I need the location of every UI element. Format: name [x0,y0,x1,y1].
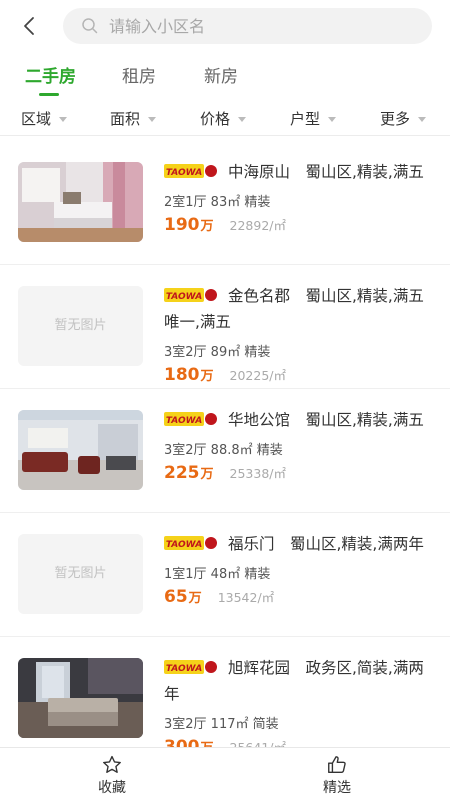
filter-label: 面积 [110,110,141,128]
filter-price[interactable]: 价格 [200,108,247,129]
listing-meta: 3室2厅 88.8㎡ 精装 [164,443,283,458]
listing-title: 中海原山 蜀山区,精装,满五 [228,163,424,181]
listing-info: TAOWA 华地公馆 蜀山区,精装,满五 3室2厅 88.8㎡ 精装 225 万… [164,407,436,489]
svg-text:TAOWA: TAOWA [166,168,202,178]
brand-logo-icon: TAOWA [164,164,217,178]
search-icon [82,18,98,34]
listing-photo [18,658,143,738]
listing-item[interactable]: 暂无图片 TAOWA 金色名郡 蜀山区,精装,满五唯一,满五 3室2厅 89㎡ … [0,265,450,389]
caret-down-icon [148,116,157,122]
listing-meta: 3室2厅 117㎡ 简装 [164,717,279,732]
brand-logo-icon: TAOWA [164,412,217,426]
listing-photo-placeholder: 暂无图片 [18,534,143,614]
filter-district[interactable]: 区域 [21,108,68,129]
svg-text:TAOWA: TAOWA [166,416,202,426]
price-per-sqm: 25338/㎡ [229,466,286,481]
filter-label: 区域 [21,110,52,128]
listing-photo [18,410,143,490]
filter-label: 户型 [290,110,321,128]
back-arrow-icon[interactable] [18,14,42,38]
nav-label: 收藏 [98,780,126,796]
listing-list: TAOWA 中海原山 蜀山区,精装,满五 2室1厅 83㎡ 精装 190 万 2… [0,141,450,747]
star-icon [103,755,121,773]
filter-label: 价格 [200,110,231,128]
price-row: 300 万 25641/㎡ [164,737,436,747]
brand-logo-icon: TAOWA [164,536,217,550]
price-row: 190 万 22892/㎡ [164,215,436,241]
price-per-sqm: 20225/㎡ [229,368,286,383]
nav-featured[interactable]: 精选 [297,754,377,797]
listing-info: TAOWA 中海原山 蜀山区,精装,满五 2室1厅 83㎡ 精装 190 万 2… [164,159,436,241]
header [0,0,450,52]
listing-title: 福乐门 蜀山区,精装,满两年 [228,535,424,553]
listing-info: TAOWA 旭辉花园 政务区,简装,满两年 3室2厅 117㎡ 简装 300 万… [164,655,436,747]
listing-meta: 3室2厅 89㎡ 精装 [164,345,271,360]
price-unit: 万 [200,369,214,384]
tab-rent[interactable]: 租房 [122,62,156,87]
brand-logo-icon: TAOWA [164,288,217,302]
brand-logo-icon: TAOWA [164,660,217,674]
listing-title-row: TAOWA 旭辉花园 政务区,简装,满两年 [164,655,436,707]
price-row: 65 万 13542/㎡ [164,587,436,613]
listing-title-row: TAOWA 福乐门 蜀山区,精装,满两年 [164,531,436,557]
price-per-sqm: 25641/㎡ [230,737,286,747]
caret-down-icon [238,116,247,122]
caret-down-icon [59,116,68,122]
caret-down-icon [328,116,337,122]
listing-photo [18,162,143,242]
svg-text:TAOWA: TAOWA [166,540,202,550]
listing-title: 华地公馆 蜀山区,精装,满五 [228,411,424,429]
search-input[interactable] [109,8,409,44]
price-unit: 万 [200,219,214,234]
no-image-text: 暂无图片 [54,566,107,581]
listing-meta: 1室1厅 48㎡ 精装 [164,567,271,582]
filter-layout[interactable]: 户型 [290,108,337,129]
listing-item[interactable]: 暂无图片 TAOWA 福乐门 蜀山区,精装,满两年 1室1厅 48㎡ 精装 65… [0,513,450,637]
bottom-nav: 收藏 精选 [0,747,450,800]
tab-new-house[interactable]: 新房 [204,62,238,87]
thumbs-up-icon [328,756,346,774]
price-row: 180 万 20225/㎡ [164,365,436,391]
nav-favorites[interactable]: 收藏 [72,754,152,797]
svg-text:TAOWA: TAOWA [166,292,202,302]
bedroom-photo-icon [18,658,143,738]
price-unit: 万 [200,467,214,482]
no-image-text: 暂无图片 [54,318,107,333]
listing-title-row: TAOWA 华地公馆 蜀山区,精装,满五 [164,407,436,433]
listing-price: 225 [164,463,200,483]
category-tabs: 二手房 租房 新房 [0,56,450,96]
filter-more[interactable]: 更多 [380,108,427,129]
price-row: 225 万 25338/㎡ [164,463,436,489]
filter-label: 更多 [380,110,411,128]
nav-label: 精选 [323,780,351,796]
filter-bar: 区域 面积 价格 户型 更多 [0,104,450,136]
listing-title-row: TAOWA 中海原山 蜀山区,精装,满五 [164,159,436,185]
listing-item[interactable]: TAOWA 旭辉花园 政务区,简装,满两年 3室2厅 117㎡ 简装 300 万… [0,637,450,747]
listing-price: 300 [164,737,200,747]
active-tab-indicator [39,93,59,96]
filter-area[interactable]: 面积 [110,108,157,129]
price-per-sqm: 13542/㎡ [217,590,275,605]
listing-meta: 2室1厅 83㎡ 精装 [164,195,271,210]
caret-down-icon [418,116,427,122]
listing-title-row: TAOWA 金色名郡 蜀山区,精装,满五唯一,满五 [164,283,436,335]
listing-info: TAOWA 金色名郡 蜀山区,精装,满五唯一,满五 3室2厅 89㎡ 精装 18… [164,283,436,391]
bedroom-photo-icon [18,162,143,242]
tab-second-hand[interactable]: 二手房 [25,62,76,87]
listing-price: 190 [164,215,200,235]
search-bar[interactable] [63,8,432,44]
price-unit: 万 [188,591,202,606]
listing-price: 65 [164,587,188,607]
price-per-sqm: 22892/㎡ [229,218,286,233]
listing-item[interactable]: TAOWA 华地公馆 蜀山区,精装,满五 3室2厅 88.8㎡ 精装 225 万… [0,389,450,513]
listing-price: 180 [164,365,200,385]
svg-text:TAOWA: TAOWA [166,664,202,674]
listing-photo-placeholder: 暂无图片 [18,286,143,366]
price-unit: 万 [201,737,214,747]
listing-info: TAOWA 福乐门 蜀山区,精装,满两年 1室1厅 48㎡ 精装 65 万 13… [164,531,436,613]
listing-item[interactable]: TAOWA 中海原山 蜀山区,精装,满五 2室1厅 83㎡ 精装 190 万 2… [0,141,450,265]
living-room-photo-icon [18,410,143,490]
